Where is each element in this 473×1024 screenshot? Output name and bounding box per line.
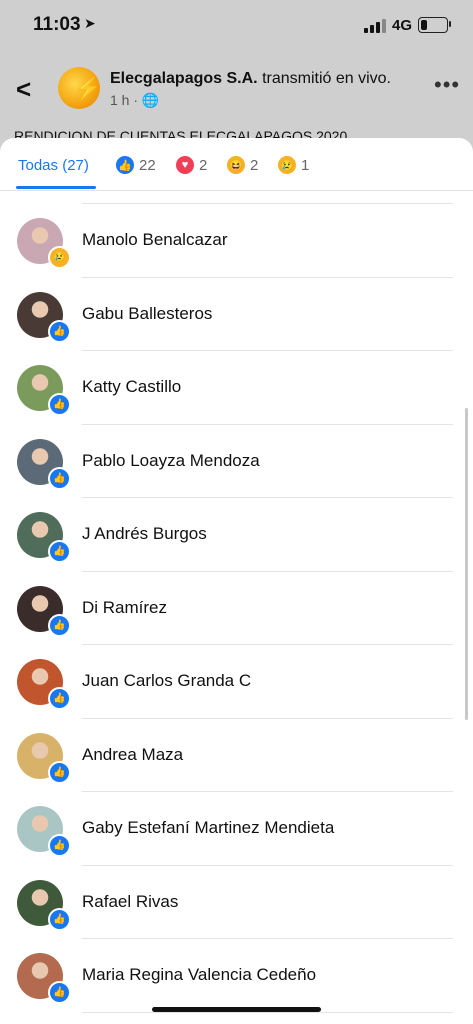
status-time: 11:03 [33, 14, 81, 35]
like-reaction-icon: 👍 [48, 540, 71, 563]
status-bar: 11:03 ➤ 4G [0, 0, 473, 52]
person-name[interactable]: Andrea Maza [82, 745, 183, 765]
post-author[interactable]: Elecgalapagos S.A. transmitió en vivo. [110, 70, 391, 88]
post-header: < ⚡ Elecgalapagos S.A. transmitió en viv… [0, 60, 473, 130]
list-item[interactable]: 👍 Gaby Estefaní Martinez Mendieta [0, 792, 473, 866]
sad-icon: 😢 [278, 156, 296, 174]
post-time: 1 h · [110, 92, 139, 108]
tab-love[interactable]: ♥ 2 [176, 154, 207, 176]
person-name[interactable]: Juan Carlos Granda C [82, 671, 251, 691]
location-icon: ➤ [84, 15, 96, 31]
tab-all[interactable]: Todas (27) [18, 154, 89, 176]
post-meta: 1 h · 🌐 [110, 92, 159, 109]
network-type: 4G [392, 17, 413, 34]
home-indicator[interactable] [152, 1007, 321, 1012]
like-reaction-icon: 👍 [48, 466, 71, 490]
like-reaction-icon: 👍 [48, 393, 71, 416]
like-reaction-icon: 👍 [48, 834, 71, 857]
more-options-icon[interactable]: ••• [434, 72, 460, 98]
tab-haha-count: 2 [250, 156, 259, 174]
list-item[interactable]: 👍 Rafael Rivas [0, 866, 473, 939]
tab-all-label: Todas (27) [18, 156, 89, 174]
sad-reaction-icon: 😢 [48, 246, 71, 269]
back-icon[interactable]: < [16, 74, 31, 105]
list-item[interactable]: 👍 Katty Castillo [0, 351, 473, 425]
person-name[interactable]: Pablo Loayza Mendoza [82, 451, 260, 471]
list-item[interactable]: 😢 Manolo Benalcazar [0, 204, 473, 278]
person-name[interactable]: Maria Regina Valencia Cedeño [82, 965, 316, 985]
list-item[interactable]: 👍 J Andrés Burgos [0, 498, 473, 572]
tab-like[interactable]: 👍 22 [116, 154, 156, 176]
reactions-list: 😢 Manolo Benalcazar 👍 Gabu Ballesteros 👍… [0, 190, 473, 1013]
like-reaction-icon: 👍 [48, 907, 71, 931]
tab-like-count: 22 [139, 156, 156, 174]
like-reaction-icon: 👍 [48, 760, 71, 784]
signal-icon [364, 19, 386, 33]
tab-sad-count: 1 [301, 156, 310, 174]
person-name[interactable]: Gabu Ballesteros [82, 304, 212, 324]
list-item [0, 188, 473, 204]
like-reaction-icon: 👍 [48, 613, 71, 637]
like-reaction-icon: 👍 [48, 687, 71, 710]
person-name[interactable]: Katty Castillo [82, 377, 181, 397]
like-icon: 👍 [116, 156, 134, 174]
post-action: transmitió en vivo. [262, 70, 391, 87]
person-name[interactable]: Di Ramírez [82, 598, 167, 618]
like-reaction-icon: 👍 [48, 981, 71, 1004]
page-name[interactable]: Elecgalapagos S.A. [110, 70, 258, 87]
haha-icon: 😆 [227, 156, 245, 174]
person-name[interactable]: Gaby Estefaní Martinez Mendieta [82, 818, 334, 838]
list-item[interactable]: 👍 Maria Regina Valencia Cedeño [0, 939, 473, 1013]
scrollbar[interactable] [465, 408, 468, 720]
love-icon: ♥ [176, 156, 194, 174]
like-reaction-icon: 👍 [48, 319, 71, 343]
reactions-sheet: Todas (27) 👍 22 ♥ 2 😆 2 😢 1 😢 Manolo Ben… [0, 138, 473, 1024]
tab-sad[interactable]: 😢 1 [278, 154, 309, 176]
list-item[interactable]: 👍 Di Ramírez [0, 572, 473, 645]
list-item[interactable]: 👍 Pablo Loayza Mendoza [0, 425, 473, 498]
globe-icon: 🌐 [141, 92, 160, 108]
person-name[interactable]: Manolo Benalcazar [82, 230, 228, 250]
person-name[interactable]: Rafael Rivas [82, 892, 178, 912]
list-item[interactable]: 👍 Andrea Maza [0, 719, 473, 792]
list-item[interactable]: 👍 Gabu Ballesteros [0, 278, 473, 351]
tab-love-count: 2 [199, 156, 208, 174]
bolt-icon: ⚡ [74, 76, 102, 101]
reaction-tabs: Todas (27) 👍 22 ♥ 2 😆 2 😢 1 [0, 138, 473, 191]
list-item[interactable]: 👍 Juan Carlos Granda C [0, 645, 473, 719]
battery-icon [418, 17, 448, 33]
tab-haha[interactable]: 😆 2 [227, 154, 258, 176]
person-name[interactable]: J Andrés Burgos [82, 524, 207, 544]
